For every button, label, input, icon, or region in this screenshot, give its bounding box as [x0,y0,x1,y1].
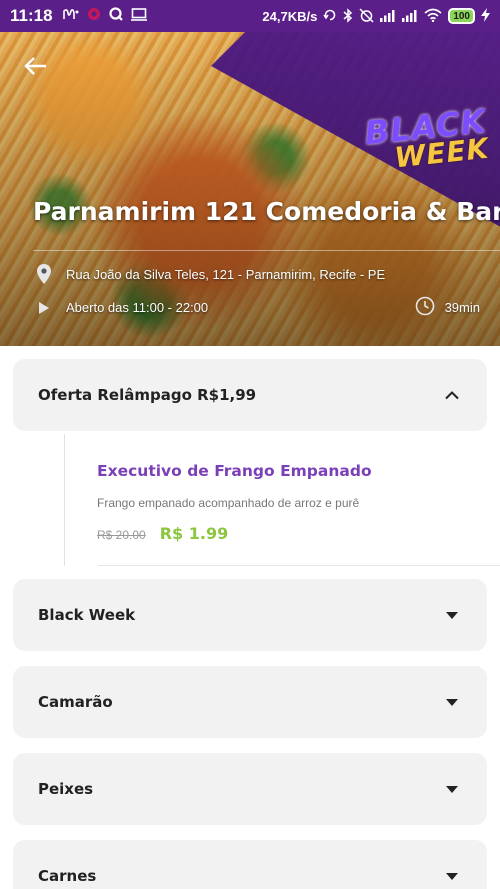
section-title: Peixes [38,780,94,798]
item-price-row: R$ 20.00 R$ 1.99 [97,524,228,543]
section-header-camarao[interactable]: Camarão [13,666,487,738]
address-row: Rua João da Silva Teles, 121 - Parnamiri… [34,264,480,284]
wifi-icon [424,8,442,24]
section-title: Camarão [38,693,113,711]
section-title: Black Week [38,606,136,624]
sync-icon [323,8,337,24]
app-icon [62,8,79,24]
menu-content: Oferta Relâmpago R$1,99 Executivo de Fra… [0,346,500,889]
hours-row: Aberto das 11:00 - 22:00 39min [34,296,480,319]
notification-icon [87,7,101,25]
network-speed: 24,7KB/s [262,8,318,24]
status-right: 24,7KB/s 100 [262,7,490,25]
signal-icon [402,9,418,24]
item-left-border [64,434,65,566]
arrow-left-icon [24,56,48,80]
item-name[interactable]: Executivo de Frango Empanado [97,462,372,480]
chevron-down-icon [442,785,462,794]
section-header-carnes[interactable]: Carnes [13,840,487,889]
charging-icon [481,7,490,25]
chevron-down-icon [442,698,462,707]
chevron-down-icon [442,872,462,881]
battery-icon: 100 [448,8,475,24]
clock-icon [415,296,435,319]
section-header-offer[interactable]: Oferta Relâmpago R$1,99 [13,359,487,431]
black-week-badge: BLACK WEEK [363,102,491,175]
bluetooth-icon [343,7,353,25]
section-title: Carnes [38,867,97,885]
q-app-icon [108,7,123,25]
location-pin-icon [34,264,54,284]
alarm-off-icon [359,7,374,25]
signal-icon [380,9,396,24]
screen-icon [130,7,147,25]
item-new-price: R$ 1.99 [159,524,229,543]
back-button[interactable] [18,52,54,84]
restaurant-hero: BLACK WEEK Parnamirim 121 Comedoria & Ba… [0,32,500,346]
section-title: Oferta Relâmpago R$1,99 [38,386,257,404]
item-description: Frango empanado acompanhado de arroz e p… [97,496,360,510]
section-header-peixes[interactable]: Peixes [13,753,487,825]
section-header-black-week[interactable]: Black Week [13,579,487,651]
item-divider [98,565,500,566]
opening-hours: Aberto das 11:00 - 22:00 [66,300,209,315]
status-bar: 11:18 24,7KB/s 100 [0,0,500,32]
chevron-up-icon [442,390,462,400]
play-icon [34,301,54,315]
menu-item[interactable]: Executivo de Frango Empanado Frango empa… [64,434,500,566]
item-old-price: R$ 20.00 [97,528,146,542]
restaurant-name: Parnamirim 121 Comedoria & Bar [33,197,500,226]
restaurant-address: Rua João da Silva Teles, 121 - Parnamiri… [66,266,386,282]
status-left-icons [62,7,147,25]
restaurant-screen: 11:18 24,7KB/s 100 BLACK WEEK Parnamirim… [0,0,500,889]
delivery-eta: 39min [415,296,480,319]
eta-text: 39min [444,300,480,315]
hero-divider [33,250,500,251]
chevron-down-icon [442,611,462,620]
status-time: 11:18 [10,6,53,25]
